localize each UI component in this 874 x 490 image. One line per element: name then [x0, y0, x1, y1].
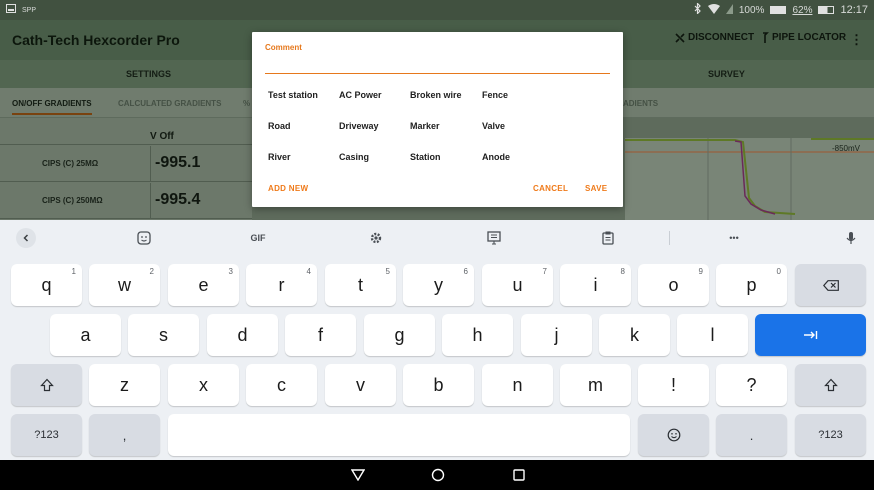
key-m[interactable]: m	[560, 364, 631, 406]
key-c[interactable]: c	[246, 364, 317, 406]
key-h[interactable]: h	[442, 314, 513, 356]
key-b[interactable]: b	[403, 364, 474, 406]
backspace-key[interactable]	[795, 264, 866, 306]
more-options-icon[interactable]: •••	[722, 228, 746, 248]
key-char: w	[118, 274, 131, 295]
key-n[interactable]: n	[482, 364, 553, 406]
emoji-icon	[667, 428, 680, 442]
key-s[interactable]: s	[128, 314, 199, 356]
space-key[interactable]	[168, 414, 630, 456]
shift-left-key[interactable]	[11, 364, 82, 406]
chip-test-station[interactable]: Test station	[268, 90, 318, 100]
symbols-key[interactable]: ?123	[11, 414, 82, 456]
key-hint: 6	[463, 267, 468, 276]
key-z[interactable]: z	[89, 364, 160, 406]
comma-key[interactable]: ,	[89, 414, 160, 456]
key-char: t	[357, 274, 363, 295]
system-nav-bar	[0, 460, 874, 490]
chip-ac-power[interactable]: AC Power	[339, 90, 382, 100]
next-key[interactable]	[755, 314, 866, 356]
key-hint: 5	[385, 267, 390, 276]
cancel-button[interactable]: CANCEL	[533, 184, 568, 193]
add-new-button[interactable]: ADD NEW	[268, 184, 308, 193]
collapse-toolbar-icon[interactable]	[16, 228, 36, 248]
emoji-key[interactable]	[638, 414, 709, 456]
gif-button[interactable]: GIF	[246, 228, 270, 248]
key-x[interactable]: x	[168, 364, 239, 406]
chip-fence[interactable]: Fence	[482, 90, 508, 100]
key-char: i	[593, 274, 598, 295]
chip-broken-wire[interactable]: Broken wire	[410, 90, 462, 100]
home-circle-icon[interactable]	[430, 467, 446, 483]
chip-anode[interactable]: Anode	[482, 152, 510, 162]
key-k[interactable]: k	[599, 314, 670, 356]
comment-dialog: Comment Test station AC Power Broken wir…	[252, 32, 623, 207]
key-char: r	[278, 274, 285, 295]
key-hint: 4	[306, 267, 311, 276]
chip-road[interactable]: Road	[268, 121, 291, 131]
key-hint: 2	[149, 267, 154, 276]
key-char: q	[41, 274, 52, 295]
key-q[interactable]: q1	[11, 264, 82, 306]
period-key[interactable]: .	[716, 414, 787, 456]
key-d[interactable]: d	[207, 314, 278, 356]
key-w[interactable]: w2	[89, 264, 160, 306]
key-hint: 3	[228, 267, 233, 276]
key-hint: 8	[620, 267, 625, 276]
chip-river[interactable]: River	[268, 152, 291, 162]
soft-keyboard: GIF ••• q1 w2 e3 r4 t5 y6 u7 i8 o9 p0 a …	[0, 220, 874, 460]
key-l[interactable]: l	[677, 314, 748, 356]
toolbar-divider	[669, 231, 670, 245]
key-question[interactable]: ?	[716, 364, 787, 406]
keyboard-toolbar: GIF •••	[0, 220, 874, 256]
symbols-right-key[interactable]: ?123	[795, 414, 866, 456]
key-hint: 7	[542, 267, 547, 276]
tab-next-icon	[803, 331, 817, 339]
key-y[interactable]: y6	[403, 264, 474, 306]
backspace-icon	[822, 279, 839, 291]
key-char: e	[198, 274, 209, 295]
microphone-icon[interactable]	[843, 228, 859, 248]
key-char: y	[434, 274, 443, 295]
key-hint: 9	[698, 267, 703, 276]
chip-marker[interactable]: Marker	[410, 121, 440, 131]
chip-station[interactable]: Station	[410, 152, 441, 162]
key-u[interactable]: u7	[482, 264, 553, 306]
key-i[interactable]: i8	[560, 264, 631, 306]
shift-right-key[interactable]	[795, 364, 866, 406]
key-j[interactable]: j	[521, 314, 592, 356]
key-r[interactable]: r4	[246, 264, 317, 306]
back-triangle-icon[interactable]	[350, 467, 366, 483]
key-a[interactable]: a	[50, 314, 121, 356]
chip-valve[interactable]: Valve	[482, 121, 505, 131]
key-f[interactable]: f	[285, 314, 356, 356]
chip-casing[interactable]: Casing	[339, 152, 369, 162]
key-e[interactable]: e3	[168, 264, 239, 306]
shift-icon	[823, 378, 838, 392]
key-o[interactable]: o9	[638, 264, 709, 306]
clipboard-icon[interactable]	[598, 228, 618, 248]
key-p[interactable]: p0	[716, 264, 787, 306]
chip-driveway[interactable]: Driveway	[339, 121, 379, 131]
recents-square-icon[interactable]	[511, 467, 527, 483]
key-g[interactable]: g	[364, 314, 435, 356]
key-t[interactable]: t5	[325, 264, 396, 306]
shift-icon	[39, 378, 54, 392]
translate-icon[interactable]	[484, 228, 504, 248]
key-hint: 0	[776, 267, 781, 276]
comment-input[interactable]	[265, 54, 610, 74]
key-hint: 1	[71, 267, 76, 276]
comment-field-label: Comment	[265, 43, 302, 52]
save-button[interactable]: SAVE	[585, 184, 607, 193]
key-char: o	[668, 274, 679, 295]
settings-gear-icon[interactable]	[366, 228, 386, 248]
key-char: u	[512, 274, 523, 295]
key-v[interactable]: v	[325, 364, 396, 406]
sticker-icon[interactable]	[134, 228, 154, 248]
key-char: p	[746, 274, 757, 295]
key-exclamation[interactable]: !	[638, 364, 709, 406]
